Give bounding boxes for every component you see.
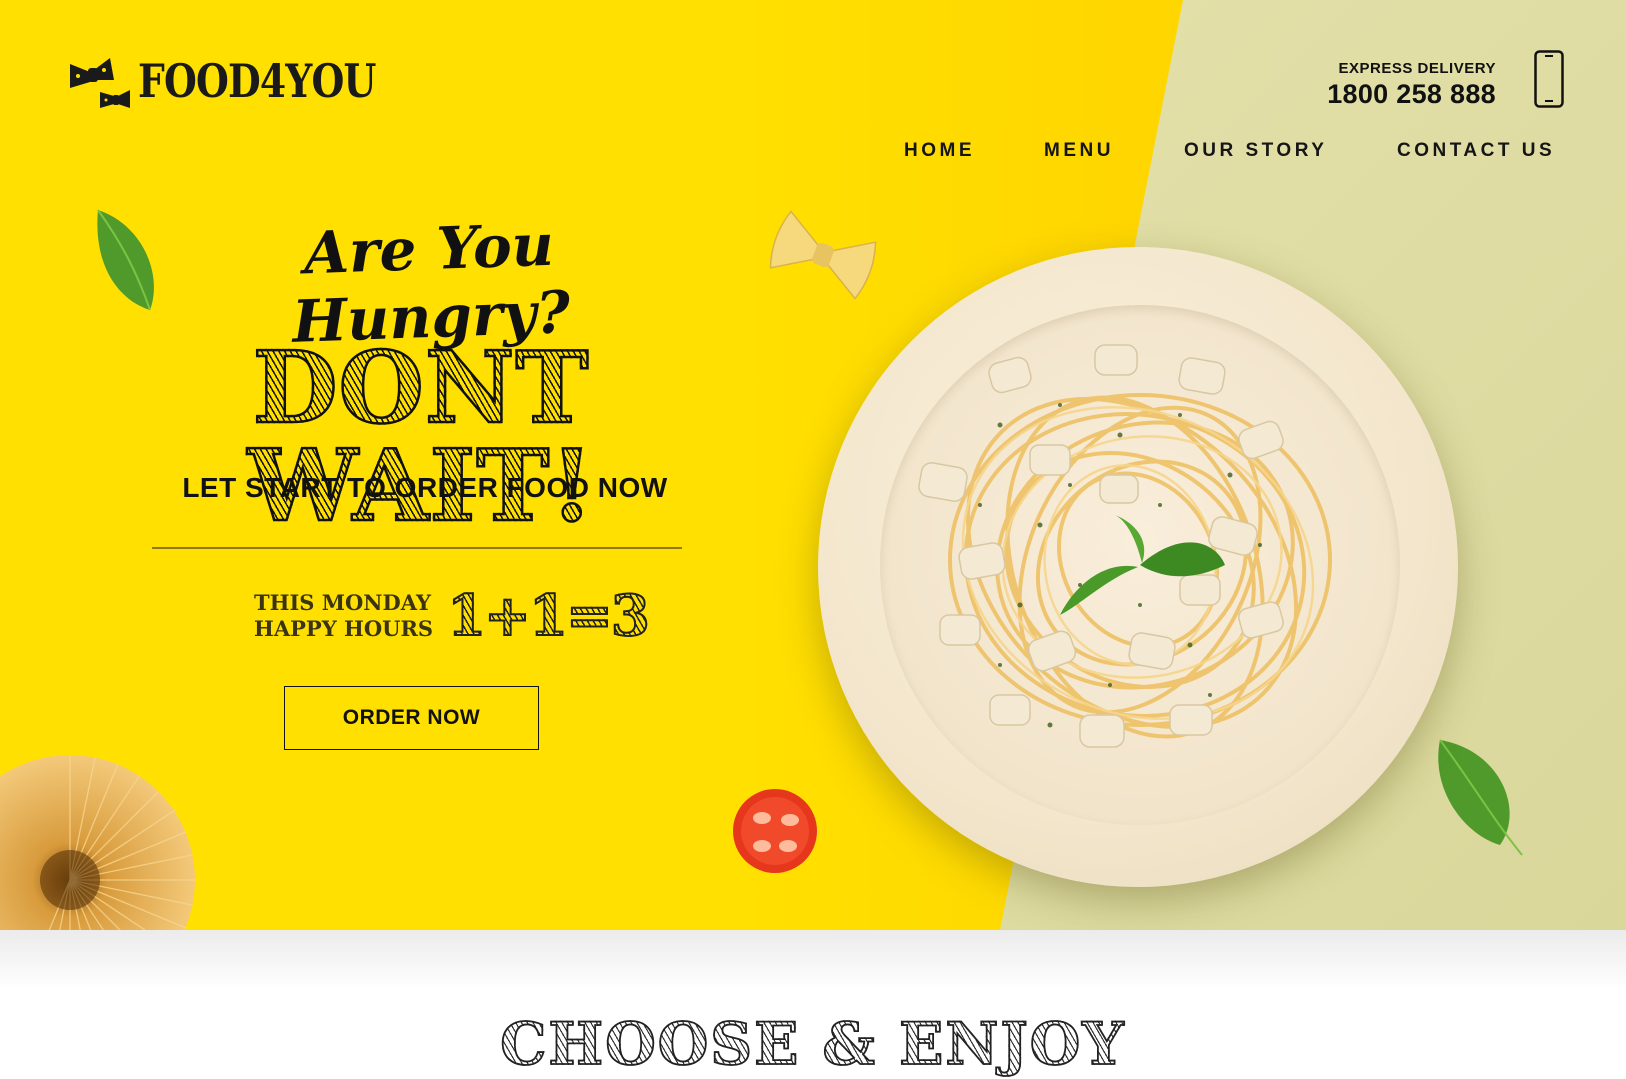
promo-line-1: THIS MONDAY — [254, 590, 431, 615]
nav-home[interactable]: HOME — [904, 140, 975, 162]
hero-divider — [152, 547, 682, 549]
nav-our-story[interactable]: OUR STORY — [1184, 140, 1327, 162]
main-navigation: HOME MENU OUR STORY CONTACT US — [0, 140, 1626, 170]
section-title: CHOOSE & ENJOY — [420, 1009, 1206, 1079]
nav-menu[interactable]: MENU — [1044, 140, 1114, 162]
promo-line-2: HAPPY HOURS — [254, 616, 434, 641]
bow-tie-pasta-icon — [70, 58, 130, 108]
happy-hours-promo: THIS MONDAY HAPPY HOURS 1+1=3 — [254, 582, 651, 650]
delivery-phone-number[interactable]: 1800 258 888 — [1327, 79, 1496, 110]
order-now-button[interactable]: ORDER NOW — [284, 686, 539, 750]
section-divider-shadow — [0, 930, 1626, 990]
basil-leaf-icon — [97, 209, 154, 311]
smartphone-icon — [1534, 50, 1564, 108]
spaghetti-bundle-icon — [0, 755, 195, 930]
promo-equation: 1+1=3 — [446, 582, 651, 650]
brand-name: FOOD4YOU — [138, 54, 376, 108]
hero-headline: DONT WAIT! — [96, 338, 746, 537]
express-delivery: EXPRESS DELIVERY 1800 258 888 — [1327, 60, 1496, 110]
nav-contact-us[interactable]: CONTACT US — [1397, 140, 1555, 162]
delivery-label: EXPRESS DELIVERY — [1338, 60, 1496, 77]
pasta-dish-image — [918, 344, 1332, 748]
tomato-slice-icon — [733, 789, 817, 873]
hero-subhead: LET START TO ORDER FOOD NOW — [182, 472, 668, 503]
promo-label: THIS MONDAY HAPPY HOURS — [254, 590, 433, 642]
farfalle-pasta-icon — [769, 210, 877, 300]
brand-logo[interactable]: FOOD4YOU — [64, 46, 428, 116]
